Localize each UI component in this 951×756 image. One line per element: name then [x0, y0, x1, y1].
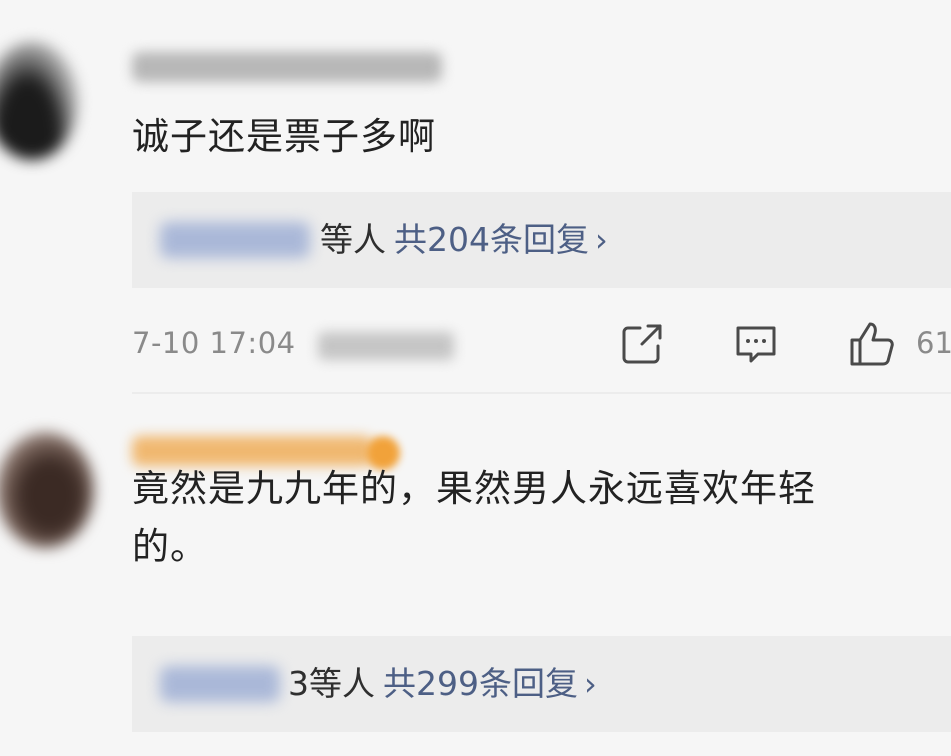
blurred-username[interactable] [132, 52, 442, 82]
comment-meta: 7-10 17:04 61 [132, 322, 951, 366]
replies-summary-text: 3等人 共299条回复 › [288, 658, 597, 710]
replies-summary-text: 等人 共204条回复 › [320, 214, 608, 266]
comment-item: 诚子还是票子多啊 等人 共204条回复 › 7-10 17:04 61 [0, 0, 951, 400]
like-count: 61 [916, 326, 951, 360]
divider [132, 392, 951, 394]
blurred-replier-names [160, 666, 280, 702]
replies-suffix: 3等人 [288, 664, 375, 703]
blurred-replier-names [160, 222, 310, 258]
replies-count-link[interactable]: 共204条回复 [394, 220, 589, 259]
replies-suffix: 等人 [320, 220, 386, 259]
comment-item: 竟然是九九年的，果然男人永远喜欢年轻 的。 3等人 共299条回复 › [0, 400, 951, 756]
chevron-right-icon: › [595, 221, 608, 259]
blurred-source [318, 332, 454, 360]
replies-summary[interactable]: 等人 共204条回复 › [132, 192, 951, 288]
thumbs-up-icon[interactable] [848, 320, 896, 368]
share-icon[interactable] [618, 320, 666, 368]
replies-summary[interactable]: 3等人 共299条回复 › [132, 636, 951, 732]
comment-text: 诚子还是票子多啊 [132, 108, 436, 166]
avatar[interactable] [0, 432, 94, 548]
comment-text-line: 诚子还是票子多啊 [132, 115, 436, 158]
replies-count-link[interactable]: 共299条回复 [383, 664, 578, 703]
comment-text-line: 竟然是九九年的，果然男人永远喜欢年轻 [132, 467, 816, 510]
comment-icon[interactable] [732, 320, 780, 368]
chevron-right-icon: › [584, 665, 597, 703]
avatar[interactable] [0, 42, 78, 160]
comment-text-line: 的。 [132, 525, 208, 568]
comment-timestamp: 7-10 17:04 [132, 326, 296, 360]
comment-text: 竟然是九九年的，果然男人永远喜欢年轻 的。 [132, 460, 816, 576]
